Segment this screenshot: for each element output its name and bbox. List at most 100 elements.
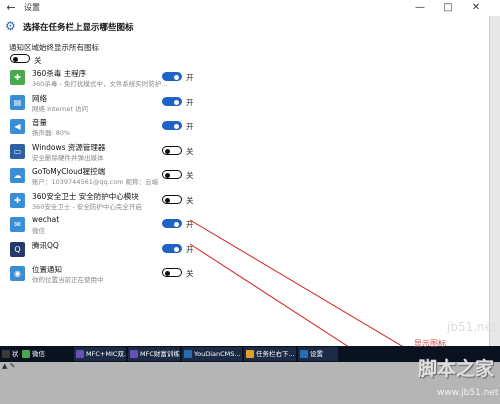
app-toggle-state: 关 bbox=[186, 269, 194, 278]
back-arrow-icon[interactable]: ← bbox=[4, 1, 18, 15]
toggle-switch[interactable] bbox=[162, 243, 182, 253]
app-icon bbox=[246, 350, 254, 358]
toggle-knob bbox=[174, 246, 179, 252]
app-description: 你的位置当前正在使用中 bbox=[32, 276, 104, 284]
toggle-knob bbox=[174, 222, 179, 227]
taskbar-item[interactable]: YouDianCMS... bbox=[182, 347, 242, 361]
volume-icon: ◀ bbox=[10, 119, 25, 134]
app-toggle-state: 开 bbox=[186, 73, 194, 82]
minimize-button[interactable]: — bbox=[406, 0, 434, 16]
gear-icon: ⚙ bbox=[5, 19, 16, 33]
app-icon bbox=[300, 350, 308, 358]
app-description: 账户：1039744561@qq.com 昵称：云端 bbox=[32, 178, 159, 186]
taskbar-item-label: 状午... bbox=[12, 350, 18, 358]
tray-overflow[interactable]: ▲ ✎ bbox=[2, 362, 15, 370]
taskbar-item-label: MFC财富训练营 bbox=[140, 350, 180, 358]
maximize-button[interactable]: □ bbox=[434, 0, 462, 16]
toggle-switch[interactable] bbox=[162, 194, 182, 204]
shield-guard-icon: ✚ bbox=[10, 192, 25, 208]
taskbar-item[interactable]: MFC财富训练营 bbox=[128, 347, 180, 361]
window-title: 设置 bbox=[24, 3, 40, 12]
wechat-icon: ✉ bbox=[10, 217, 25, 232]
app-row: ✚ 360安全卫士 安全防护中心模块 360安全卫士 - 安全防护中心完全开启关 bbox=[0, 191, 489, 215]
explorer-icon: ▭ bbox=[10, 143, 25, 159]
taskbar-item-label: YouDianCMS... bbox=[194, 350, 241, 358]
taskbar-item[interactable]: 设置 bbox=[298, 347, 338, 361]
title-bar: ← 设置 — □ ✕ bbox=[0, 0, 500, 16]
app-row: Q 腾讯QQ 开 bbox=[0, 240, 489, 264]
toggle-knob bbox=[165, 148, 170, 154]
app-icon bbox=[2, 350, 10, 358]
location-icon: ◉ bbox=[10, 266, 25, 281]
app-icon bbox=[184, 350, 192, 358]
app-description: 安全删除硬件并弹出媒体 bbox=[32, 153, 104, 162]
app-toggle[interactable] bbox=[162, 72, 182, 81]
annotation-label: 显示图标 bbox=[414, 339, 446, 348]
app-description: 360安全卫士 - 安全防护中心完全开启 bbox=[32, 202, 142, 211]
app-toggle-state: 关 bbox=[186, 171, 194, 180]
app-icon bbox=[76, 350, 84, 358]
always-show-toggle[interactable] bbox=[10, 54, 30, 63]
always-show-state: 关 bbox=[34, 56, 42, 65]
app-row: ▤ 网络 网络 Internet 访问开 bbox=[0, 93, 489, 117]
network-icon: ▤ bbox=[10, 94, 25, 110]
app-toggle-state: 开 bbox=[186, 122, 194, 131]
taskbar-item-label: 微信 bbox=[32, 350, 45, 358]
shield-360-icon: ✚ bbox=[10, 70, 25, 85]
watermark-logo: 脚本之家 bbox=[418, 358, 495, 380]
app-description: 360杀毒 - 免打扰模式中，文件系统实时防护... bbox=[32, 80, 168, 88]
watermark-url: www.jb51.net bbox=[437, 388, 499, 398]
app-toggle-state: 关 bbox=[186, 195, 194, 205]
app-icon bbox=[22, 350, 30, 358]
toggle-switch[interactable] bbox=[10, 54, 30, 63]
app-toggle[interactable] bbox=[162, 194, 182, 204]
app-toggle-state: 开 bbox=[186, 220, 194, 229]
app-row: ◉ 位置通知 你的位置当前正在使用中关 bbox=[0, 264, 489, 288]
toggle-switch[interactable] bbox=[162, 219, 182, 228]
toggle-switch[interactable] bbox=[162, 121, 182, 130]
toggle-switch[interactable] bbox=[162, 72, 182, 81]
toggle-switch[interactable] bbox=[162, 96, 182, 106]
app-toggle[interactable] bbox=[162, 219, 182, 228]
cloud-icon: ☁ bbox=[10, 168, 25, 183]
toggle-switch[interactable] bbox=[162, 170, 182, 179]
toggle-knob bbox=[165, 173, 170, 178]
taskbar-item[interactable]: 状午... bbox=[0, 347, 18, 361]
app-row: ◀ 音量 扬声器: 80% 开 bbox=[0, 117, 489, 141]
app-icon bbox=[130, 350, 138, 358]
app-toggle-state: 开 bbox=[186, 244, 194, 254]
taskbar-item-label: 任务栏右下... bbox=[256, 350, 295, 358]
app-name: 腾讯QQ bbox=[32, 240, 59, 250]
qq-icon: Q bbox=[10, 241, 25, 257]
app-toggle-state: 关 bbox=[186, 146, 194, 156]
app-toggle[interactable] bbox=[162, 243, 182, 253]
taskbar-item[interactable]: 任务栏右下... bbox=[244, 347, 296, 361]
app-description: 网络 Internet 访问 bbox=[32, 104, 88, 113]
app-toggle[interactable] bbox=[162, 170, 182, 179]
app-row: ☁ GoToMyCloud猩控端 账户：1039744561@qq.com 昵称：云… bbox=[0, 166, 489, 190]
taskbar-item[interactable]: 微信 bbox=[20, 347, 72, 361]
toggle-knob bbox=[165, 271, 170, 276]
app-toggle-state: 开 bbox=[186, 97, 194, 107]
page-header: ⚙ 选择在任务栏上显示哪些图标 bbox=[0, 16, 489, 36]
watermark-domain: jb51.net bbox=[447, 320, 497, 334]
toggle-knob bbox=[174, 99, 179, 105]
app-toggle[interactable] bbox=[162, 145, 182, 155]
app-toggle[interactable] bbox=[162, 96, 182, 106]
taskbar-item-label: 设置 bbox=[310, 350, 323, 358]
toggle-knob bbox=[174, 75, 179, 80]
app-row: ✚ 360杀毒 主程序 360杀毒 - 免打扰模式中，文件系统实时防护... 开 bbox=[0, 68, 489, 92]
always-show-label: 通知区域始终显示所有图标 bbox=[9, 43, 99, 52]
app-toggle[interactable] bbox=[162, 121, 182, 130]
toggle-knob bbox=[174, 124, 179, 129]
toggle-switch[interactable] bbox=[162, 145, 182, 155]
app-row: ▭ Windows 资源管理器 安全删除硬件并弹出媒体关 bbox=[0, 142, 489, 166]
toggle-knob bbox=[165, 197, 170, 203]
taskbar-item[interactable]: MFC+MIC双... bbox=[74, 347, 126, 361]
app-description: 扬声器: 80% bbox=[32, 129, 71, 137]
toggle-switch[interactable] bbox=[162, 268, 182, 277]
app-toggle[interactable] bbox=[162, 268, 182, 277]
app-name: wechat bbox=[32, 215, 60, 224]
close-button[interactable]: ✕ bbox=[462, 0, 490, 16]
app-row: ✉ wechat 微信 开 bbox=[0, 215, 489, 239]
